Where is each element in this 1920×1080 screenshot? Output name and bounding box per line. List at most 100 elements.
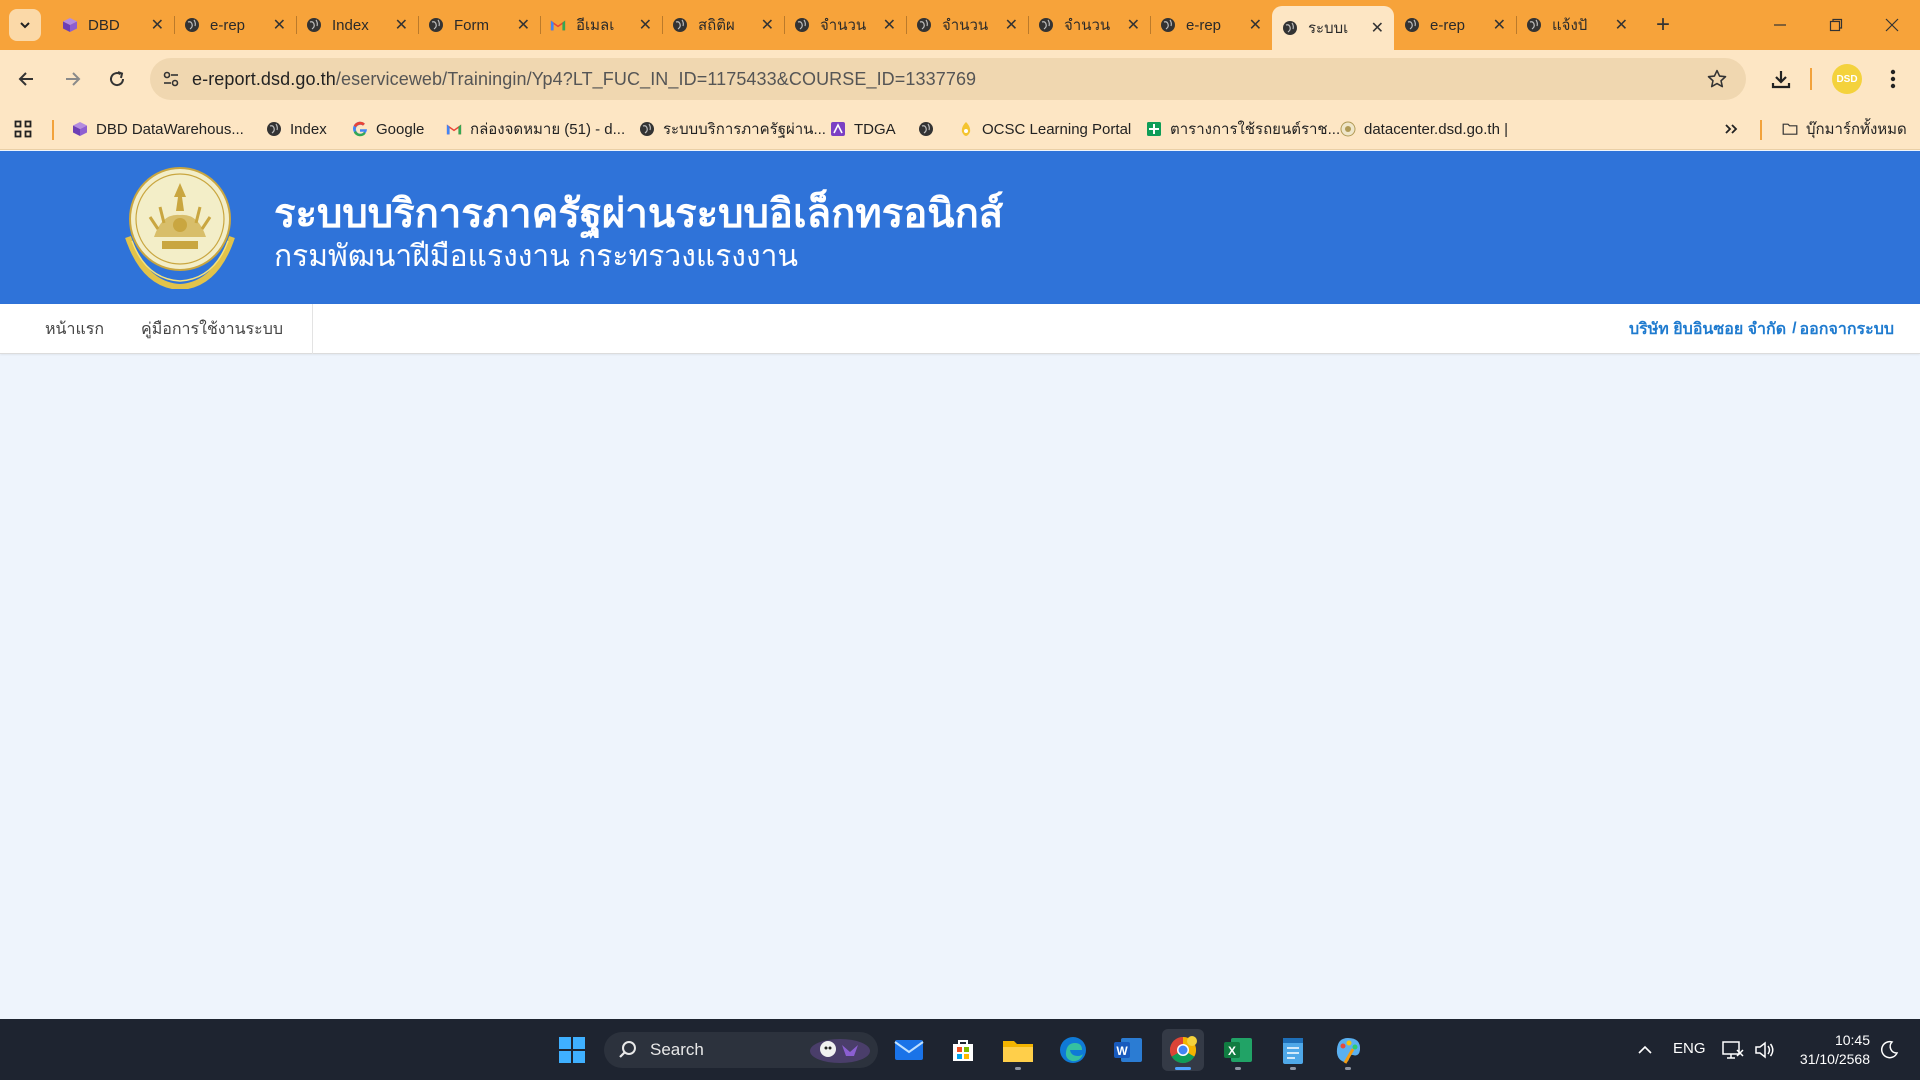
tab-close-button[interactable]: ✕ (517, 15, 530, 35)
globe-icon (918, 121, 934, 137)
tab-close-button[interactable]: ✕ (273, 15, 286, 35)
browser-tab[interactable]: e-rep ✕ (174, 6, 296, 44)
nav-home-link[interactable]: หน้าแรก (45, 304, 104, 354)
minimize-button[interactable] (1752, 0, 1808, 50)
url-text[interactable]: e-report.dsd.go.th/eserviceweb/Trainingi… (192, 69, 976, 90)
browser-menu-button[interactable] (1876, 62, 1910, 96)
taskbar-clock[interactable]: 10:45 31/10/2568 (1788, 1031, 1870, 1069)
browser-tab[interactable]: e-rep ✕ (1150, 6, 1272, 44)
tab-close-button[interactable]: ✕ (395, 15, 408, 35)
store-icon (953, 1040, 973, 1061)
taskbar-chrome[interactable] (1162, 1029, 1204, 1071)
taskbar-mail[interactable] (888, 1029, 930, 1071)
tab-close-button[interactable]: ✕ (1371, 18, 1384, 38)
taskbar-notepad[interactable] (1272, 1029, 1314, 1071)
taskbar-file-explorer[interactable] (997, 1029, 1039, 1071)
notepad-icon (1283, 1038, 1303, 1064)
taskbar-search[interactable]: Search (604, 1032, 878, 1068)
back-button[interactable] (10, 62, 44, 96)
browser-tab[interactable]: จำนวน ✕ (906, 6, 1028, 44)
browser-tab[interactable]: แจ้งปั ✕ (1516, 6, 1638, 44)
new-tab-button[interactable]: + (1648, 10, 1678, 40)
start-button[interactable] (551, 1029, 593, 1071)
tab-close-button[interactable]: ✕ (1127, 15, 1140, 35)
bookmark-item[interactable]: ระบบบริการภาครัฐผ่าน... (639, 108, 826, 150)
network-icon (1722, 1041, 1744, 1059)
reload-button[interactable] (100, 62, 134, 96)
chevron-down-icon (20, 22, 30, 29)
volume-button[interactable] (1748, 1029, 1782, 1071)
dsd-seal-logo (125, 167, 235, 289)
tab-title: e-rep (210, 16, 246, 34)
bookmark-item[interactable]: กล่องจดหมาย (51) - d... (446, 108, 625, 150)
apps-button[interactable] (14, 108, 32, 150)
tab-title: จำนวน (1064, 17, 1111, 34)
tab-close-button[interactable]: ✕ (883, 15, 896, 35)
network-button[interactable] (1716, 1029, 1750, 1071)
bookmark-item[interactable]: TDGA (830, 108, 896, 150)
bookmark-item[interactable]: ตารางการใช้รถยนต์ราช... (1146, 108, 1340, 150)
tab-close-button[interactable]: ✕ (1615, 15, 1628, 35)
notifications-button[interactable] (1872, 1029, 1906, 1071)
tab-close-button[interactable]: ✕ (151, 15, 164, 35)
volume-icon (1755, 1041, 1774, 1059)
excel-icon: X (1224, 1038, 1252, 1062)
taskbar-paint[interactable] (1327, 1029, 1369, 1071)
tab-close-button[interactable]: ✕ (761, 15, 774, 35)
logout-link[interactable]: ออกจากระบบ (1800, 317, 1894, 342)
taskbar-word[interactable]: W (1107, 1029, 1149, 1071)
browser-tab-active[interactable]: ระบบเ ✕ (1272, 6, 1394, 50)
close-window-button[interactable] (1864, 0, 1920, 50)
tab-close-button[interactable]: ✕ (639, 15, 652, 35)
file-explorer-icon (1003, 1041, 1033, 1062)
browser-tab[interactable]: สถิติผ ✕ (662, 6, 784, 44)
bookmark-label: TDGA (854, 120, 896, 138)
bookmarks-divider (52, 120, 54, 140)
browser-tab[interactable]: e-rep ✕ (1394, 6, 1516, 44)
taskbar-edge[interactable] (1052, 1029, 1094, 1071)
site-info-button[interactable] (150, 58, 192, 100)
bookmark-item[interactable]: DBD DataWarehous... (72, 108, 244, 150)
address-bar[interactable]: e-report.dsd.go.th/eserviceweb/Trainingi… (150, 58, 1746, 100)
apps-grid-icon (14, 120, 32, 138)
globe-icon (794, 17, 810, 33)
profile-avatar[interactable]: DSD (1832, 64, 1862, 94)
language-indicator[interactable]: ENG (1673, 1040, 1706, 1057)
google-icon (352, 121, 368, 137)
browser-tab[interactable]: อีเมลเ ✕ (540, 6, 662, 44)
browser-tab[interactable]: Form ✕ (418, 6, 540, 44)
browser-tab[interactable]: Index ✕ (296, 6, 418, 44)
tab-close-button[interactable]: ✕ (1005, 15, 1018, 35)
gmail-icon (446, 121, 462, 137)
globe-icon (1404, 17, 1420, 33)
moon-icon (1881, 1040, 1899, 1059)
gmail-icon (550, 17, 566, 33)
show-hidden-icons-button[interactable] (1624, 1029, 1666, 1071)
bookmark-item[interactable] (918, 108, 942, 150)
tab-close-button[interactable]: ✕ (1249, 15, 1262, 35)
restore-button[interactable] (1808, 0, 1864, 50)
tab-title: อีเมลเ (576, 17, 615, 34)
browser-tab[interactable]: จำนวน ✕ (784, 6, 906, 44)
bookmark-item[interactable]: Google (352, 108, 424, 150)
nav-manual-link[interactable]: คู่มือการใช้งานระบบ (141, 304, 283, 354)
clock-time: 10:45 (1834, 1032, 1870, 1048)
bookmark-item[interactable]: datacenter.dsd.go.th | (1340, 108, 1508, 150)
more-bookmarks-button[interactable] (1724, 108, 1738, 150)
bookmark-item[interactable]: Index (266, 108, 327, 150)
forward-button[interactable] (55, 62, 89, 96)
user-company-link[interactable]: บริษัท ยิบอินซอย จำกัด (1629, 317, 1786, 342)
tab-search-button[interactable] (9, 9, 41, 41)
globe-icon (1526, 17, 1542, 33)
url-host: e-report.dsd.go.th (192, 68, 336, 89)
browser-tab[interactable]: จำนวน ✕ (1028, 6, 1150, 44)
all-bookmarks-button[interactable]: บุ๊กมาร์กทั้งหมด (1782, 108, 1907, 150)
browser-tab[interactable]: DBD ✕ (52, 6, 174, 44)
taskbar-store[interactable] (942, 1029, 984, 1071)
sheets-icon (1146, 121, 1162, 137)
bookmark-item[interactable]: OCSC Learning Portal (958, 108, 1131, 150)
tab-close-button[interactable]: ✕ (1493, 15, 1506, 35)
bookmark-star-button[interactable] (1706, 68, 1728, 95)
taskbar-excel[interactable]: X (1217, 1029, 1259, 1071)
downloads-button[interactable] (1764, 62, 1798, 96)
